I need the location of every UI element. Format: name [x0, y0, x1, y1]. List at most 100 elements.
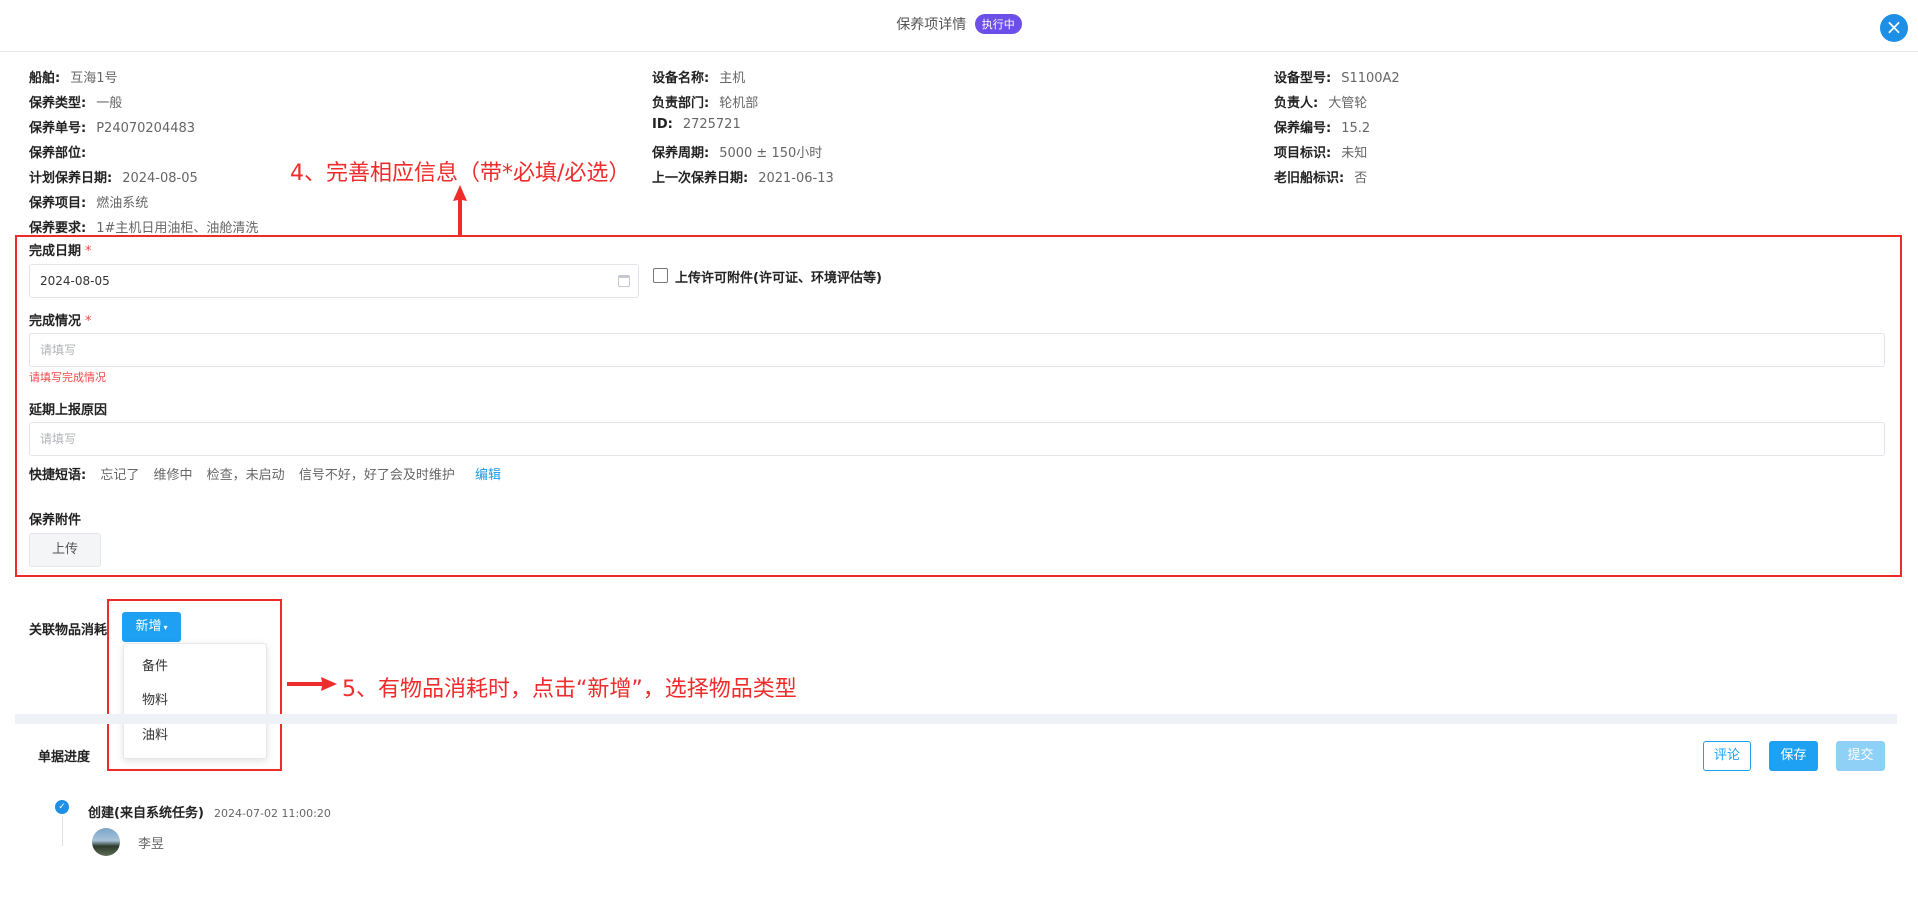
info-value: 15.2 [1341, 121, 1371, 136]
info-value: 1#主机日用油柜、油舱清洗 [96, 221, 259, 236]
timeline-entry: 创建(来自系统任务) 2024-07-02 11:00:20 [88, 802, 331, 821]
required-mark: * [85, 244, 92, 259]
info-value: 一般 [96, 96, 123, 111]
info-label: 计划保养日期: [29, 171, 113, 186]
info-label: 项目标识: [1274, 146, 1332, 161]
info-label: 保养要求: [29, 221, 87, 236]
info-plan-date: 计划保养日期: 2024-08-05 [29, 167, 198, 186]
timeline-entry-title: 创建(来自系统任务) [88, 806, 204, 821]
header-bar: 保养项详情 执行中 × [0, 0, 1918, 52]
info-last-date: 上一次保养日期: 2021-06-13 [652, 167, 834, 186]
info-maint-type: 保养类型: 一般 [29, 92, 122, 111]
finish-date-input[interactable]: 2024-08-05 [29, 264, 639, 298]
close-icon: × [1885, 15, 1903, 39]
info-item-flag: 项目标识: 未知 [1274, 142, 1367, 161]
comment-button[interactable]: 评论 [1703, 741, 1751, 771]
info-requirement: 保养要求: 1#主机日用油柜、油舱清洗 [29, 217, 258, 236]
info-owner: 负责人: 大管轮 [1274, 92, 1367, 111]
info-label: 设备名称: [652, 71, 710, 86]
finish-status-label-text: 完成情况 [29, 314, 82, 329]
info-item: 保养项目: 燃油系统 [29, 192, 148, 211]
info-maint-code: 保养编号: 15.2 [1274, 117, 1370, 136]
finish-date-label: 完成日期 * [29, 240, 92, 259]
finish-status-input[interactable]: 请填写 [29, 333, 1885, 367]
timeline-entry-time: 2024-07-02 11:00:20 [214, 807, 331, 820]
info-label: 负责人: [1274, 96, 1319, 111]
annotation-arrow-up-icon [453, 185, 467, 235]
quick-phrase-item[interactable]: 信号不好，好了会及时维护 [299, 468, 455, 483]
annotation-step5: 5、有物品消耗时，点击“新增”，选择物品类型 [342, 677, 797, 702]
info-label: 保养编号: [1274, 121, 1332, 136]
info-value: 否 [1354, 171, 1368, 186]
progress-label: 单据进度 [38, 750, 91, 765]
close-button[interactable]: × [1880, 14, 1908, 42]
info-part: 保养部位: [29, 142, 96, 161]
info-value: 轮机部 [719, 96, 759, 111]
submit-button[interactable]: 提交 [1836, 741, 1885, 771]
info-id: ID: 2725721 [652, 117, 741, 132]
info-cycle: 保养周期: 5000 ± 150小时 [652, 142, 822, 161]
info-value: 大管轮 [1328, 96, 1368, 111]
upload-button[interactable]: 上传 [29, 533, 101, 567]
delay-reason-input[interactable]: 请填写 [29, 422, 1885, 456]
info-label: 设备型号: [1274, 71, 1332, 86]
timeline-user-name: 李昱 [138, 837, 165, 852]
menu-item-materials[interactable]: 物料 [124, 689, 266, 708]
annotation-arrow-right-icon [287, 677, 337, 691]
info-device-model: 设备型号: S1100A2 [1274, 67, 1400, 86]
info-label: 保养部位: [29, 146, 87, 161]
info-old-ship-flag: 老旧船标识: 否 [1274, 167, 1367, 186]
info-department: 负责部门: 轮机部 [652, 92, 758, 111]
timeline-line [62, 816, 63, 846]
delay-reason-label: 延期上报原因 [29, 403, 108, 418]
info-value: 5000 ± 150小时 [719, 146, 823, 161]
menu-item-spare-parts[interactable]: 备件 [124, 655, 266, 674]
menu-item-oil[interactable]: 油料 [124, 724, 266, 743]
avatar [92, 828, 120, 856]
status-badge: 执行中 [974, 14, 1022, 34]
section-divider [15, 714, 1897, 724]
consumption-label: 关联物品消耗 [29, 623, 108, 638]
consumption-type-menu: 备件 物料 油料 [123, 643, 267, 759]
info-label: 保养项目: [29, 196, 87, 211]
quick-phrase-item[interactable]: 检查，未启动 [207, 468, 285, 483]
permit-checkbox[interactable] [653, 268, 668, 283]
finish-status-error: 请填写完成情况 [29, 371, 106, 384]
save-button[interactable]: 保存 [1769, 741, 1818, 771]
info-label: ID: [652, 117, 673, 132]
quick-phrase-item[interactable]: 忘记了 [100, 468, 139, 483]
info-label: 保养周期: [652, 146, 710, 161]
calendar-icon[interactable] [618, 275, 630, 287]
info-label: 负责部门: [652, 96, 710, 111]
info-value: 2725721 [682, 117, 741, 132]
quick-phrases-edit-link[interactable]: 编辑 [475, 468, 501, 483]
header-title-group: 保养项详情 执行中 [0, 14, 1918, 34]
info-label: 老旧船标识: [1274, 171, 1345, 186]
required-mark: * [85, 314, 92, 329]
info-label: 保养类型: [29, 96, 87, 111]
info-label: 上一次保养日期: [652, 171, 749, 186]
info-value: P24070204483 [96, 121, 196, 136]
info-value: 未知 [1341, 146, 1368, 161]
quick-phrases: 快捷短语: 忘记了 维修中 检查，未启动 信号不好，好了会及时维护 编辑 [29, 464, 501, 483]
page-title: 保养项详情 [896, 17, 967, 33]
finish-status-label: 完成情况 * [29, 310, 92, 329]
info-device-name: 设备名称: 主机 [652, 67, 745, 86]
info-label: 保养单号: [29, 121, 87, 136]
permit-checkbox-label[interactable]: 上传许可附件(许可证、环境评估等) [675, 267, 882, 286]
finish-date-label-text: 完成日期 [29, 244, 82, 259]
finish-date-value: 2024-08-05 [40, 274, 110, 288]
info-value: 互海1号 [70, 71, 118, 86]
info-label: 船舶: [29, 71, 61, 86]
info-value: 2024-08-05 [122, 171, 198, 186]
info-value: 2021-06-13 [758, 171, 834, 186]
quick-phrase-item[interactable]: 维修中 [154, 468, 193, 483]
annotation-step4: 4、完善相应信息（带*必填/必选） [290, 161, 631, 186]
check-icon: ✓ [55, 800, 69, 814]
info-ship: 船舶: 互海1号 [29, 67, 117, 86]
quick-phrases-label: 快捷短语: [29, 468, 87, 483]
attachments-label: 保养附件 [29, 513, 82, 528]
info-value: S1100A2 [1341, 71, 1400, 86]
info-order-no: 保养单号: P24070204483 [29, 117, 195, 136]
info-value: 主机 [719, 71, 746, 86]
